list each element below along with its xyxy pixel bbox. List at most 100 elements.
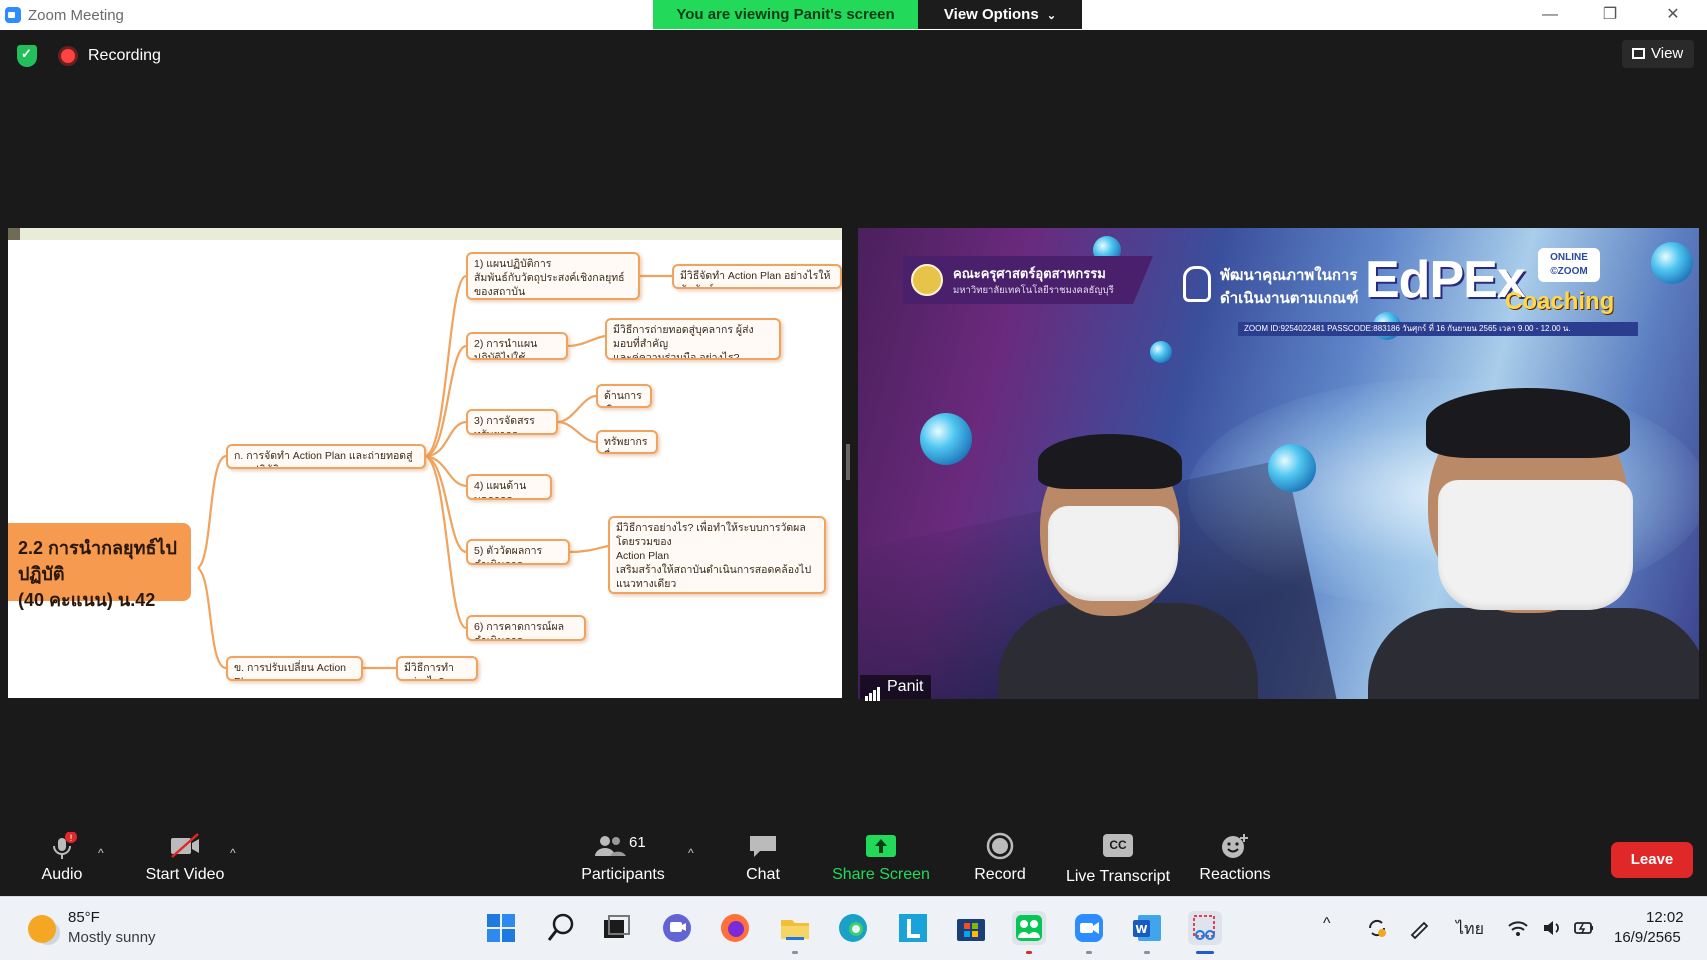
mindmap-branch-b-question: มีวิธีการทำอย่างไร? bbox=[396, 656, 478, 681]
mindmap-item-6: 6) การคาดการณ์ผลดำเนินการ bbox=[466, 615, 586, 641]
mindmap-item-3: 3) การจัดสรรทรัพยากร bbox=[466, 409, 558, 435]
battery-icon[interactable] bbox=[1572, 917, 1596, 944]
panel-resize-handle[interactable] bbox=[846, 444, 850, 480]
running-indicator bbox=[1086, 951, 1092, 954]
decor-sphere bbox=[1268, 444, 1316, 492]
view-label: View bbox=[1651, 45, 1684, 62]
clock-date[interactable]: 16/9/2565 bbox=[1614, 929, 1681, 946]
live-transcript-label: Live Transcript bbox=[1065, 868, 1171, 885]
word-icon[interactable]: W bbox=[1130, 911, 1164, 954]
mindmap-item-3-other: ทรัพยากรอื่นๆ bbox=[596, 430, 658, 454]
l-app-icon[interactable] bbox=[896, 911, 930, 945]
chat-button[interactable]: Chat bbox=[743, 832, 783, 884]
edpex-subtitle-1: พัฒนาคุณภาพในการ bbox=[1220, 267, 1358, 284]
record-label: Record bbox=[974, 866, 1026, 883]
record-icon bbox=[983, 832, 1017, 860]
hand-pointer-icon bbox=[1183, 266, 1211, 302]
decor-sphere bbox=[1150, 341, 1172, 363]
closed-caption-icon: CC bbox=[1101, 834, 1135, 862]
audio-label: Audio bbox=[41, 866, 83, 883]
weather-temperature[interactable]: 85°F bbox=[68, 909, 100, 926]
coaching-label: Coaching bbox=[1505, 288, 1615, 315]
running-indicator bbox=[1026, 951, 1032, 954]
viewing-screen-banner: You are viewing Panit's screen bbox=[653, 0, 918, 29]
encryption-shield-icon[interactable] bbox=[17, 45, 37, 67]
audio-options-caret[interactable]: ^ bbox=[98, 846, 104, 860]
meeting-toolbar: ! Audio ^ Start Video ^ 61 Participants … bbox=[0, 820, 1707, 896]
share-screen-button[interactable]: Share Screen bbox=[832, 832, 930, 884]
edpex-title: EdPEx bbox=[1365, 251, 1526, 309]
weather-sun-icon[interactable] bbox=[28, 915, 56, 943]
active-indicator bbox=[1196, 951, 1214, 954]
sync-icon[interactable] bbox=[1366, 917, 1388, 944]
mindmap-branch-b: ข. การปรับเปลี่ยน Action Plan bbox=[226, 656, 363, 681]
running-indicator bbox=[1144, 951, 1150, 954]
participants-label: Participants bbox=[581, 866, 665, 883]
faculty-banner: คณะครุศาสตร์อุตสาหกรรม มหาวิทยาลัยเทคโนโ… bbox=[903, 256, 1153, 304]
teams-chat-icon[interactable] bbox=[660, 911, 694, 945]
leave-meeting-button[interactable]: Leave bbox=[1611, 842, 1693, 878]
video-options-caret[interactable]: ^ bbox=[230, 846, 236, 860]
start-video-label: Start Video bbox=[145, 866, 225, 883]
participants-options-caret[interactable]: ^ bbox=[688, 846, 694, 860]
zoom-taskbar-icon[interactable] bbox=[1072, 911, 1106, 954]
firefox-icon[interactable] bbox=[718, 911, 752, 945]
wifi-icon[interactable] bbox=[1507, 917, 1529, 944]
share-screen-icon bbox=[864, 832, 898, 860]
live-transcript-button[interactable]: CC Live Transcript bbox=[1064, 832, 1172, 886]
video-off-icon bbox=[168, 832, 202, 860]
participants-count: 61 bbox=[629, 834, 646, 851]
record-button[interactable]: Record bbox=[973, 832, 1027, 884]
tray-overflow-chevron[interactable]: ^ bbox=[1323, 915, 1331, 933]
mindmap-item-5-detail: มีวิธีการอย่างไร? เพื่อทำให้ระบบการวัดผล… bbox=[608, 516, 826, 594]
volume-icon[interactable] bbox=[1541, 917, 1563, 944]
windows-taskbar: 85°F Mostly sunny W ^ ไทย 12:02 16/9/256… bbox=[0, 896, 1707, 960]
start-video-button[interactable]: Start Video bbox=[140, 832, 230, 884]
close-button[interactable]: ✕ bbox=[1661, 4, 1685, 26]
mindmap-item-5: 5) ตัววัดผลการดำเนินการ bbox=[466, 539, 570, 565]
mindmap-item-1: 1) แผนปฏิบัติการ สัมพันธ์กับวัตถุประสงค์… bbox=[466, 252, 640, 300]
svg-text:!: ! bbox=[69, 834, 73, 844]
mindmap-item-4: 4) แผนด้านบุคลากร bbox=[466, 474, 552, 500]
clock-time[interactable]: 12:02 bbox=[1646, 909, 1684, 926]
restore-button[interactable]: ❐ bbox=[1598, 4, 1622, 26]
university-name: มหาวิทยาลัยเทคโนโลยีราชมงคลธัญบุรี bbox=[953, 285, 1114, 296]
edge-icon[interactable] bbox=[836, 911, 870, 945]
file-explorer-icon[interactable] bbox=[778, 911, 812, 954]
title-bar: Zoom Meeting You are viewing Panit's scr… bbox=[0, 0, 1707, 30]
signal-strength-icon bbox=[865, 677, 881, 701]
microsoft-store-icon[interactable] bbox=[954, 911, 988, 945]
edpex-subtitle-2: ดำเนินงานตามเกณฑ์ bbox=[1220, 290, 1359, 307]
view-button[interactable]: View bbox=[1622, 40, 1694, 68]
reactions-label: Reactions bbox=[1199, 866, 1271, 883]
pen-icon[interactable] bbox=[1408, 917, 1430, 944]
reactions-button[interactable]: Reactions bbox=[1199, 832, 1271, 884]
snipping-tool-icon[interactable] bbox=[1188, 911, 1222, 954]
view-options-label: View Options bbox=[943, 6, 1039, 23]
microphone-icon: ! bbox=[45, 831, 79, 860]
recording-label[interactable]: Recording bbox=[88, 47, 161, 65]
weather-description[interactable]: Mostly sunny bbox=[68, 929, 156, 946]
shared-screen[interactable]: 2.2 การนำกลยุทธ์ไปปฏิบัติ (40 คะแนน) น.4… bbox=[8, 228, 842, 698]
zoom-meeting-info: ZOOM ID:9254022481 PASSCODE:883186 วันศุ… bbox=[1238, 322, 1638, 336]
chat-label: Chat bbox=[746, 866, 780, 883]
grid-icon bbox=[1632, 48, 1645, 59]
zoom-app-icon bbox=[5, 7, 21, 23]
view-options-button[interactable]: View Options ⌄ bbox=[918, 0, 1082, 29]
mindmap-root-node: 2.2 การนำกลยุทธ์ไปปฏิบัติ (40 คะแนน) น.4… bbox=[8, 523, 191, 610]
participant-video[interactable]: คณะครุศาสตร์อุตสาหกรรม มหาวิทยาลัยเทคโนโ… bbox=[858, 228, 1699, 699]
smiley-plus-icon bbox=[1218, 832, 1252, 860]
search-icon[interactable] bbox=[544, 911, 578, 945]
audio-button[interactable]: ! Audio bbox=[36, 831, 88, 884]
participants-button[interactable]: 61 Participants bbox=[578, 832, 668, 884]
line-app-icon[interactable] bbox=[1012, 911, 1046, 954]
mindmap-item-3-finance: ด้านการเงิน bbox=[596, 384, 652, 408]
input-language[interactable]: ไทย bbox=[1456, 917, 1484, 942]
participants-icon: 61 bbox=[593, 832, 653, 860]
decor-sphere bbox=[1651, 242, 1693, 284]
minimize-button[interactable]: — bbox=[1538, 4, 1562, 26]
running-indicator bbox=[792, 951, 798, 954]
start-menu-icon[interactable] bbox=[484, 911, 518, 945]
task-view-icon[interactable] bbox=[600, 911, 634, 945]
decor-sphere bbox=[920, 413, 972, 465]
